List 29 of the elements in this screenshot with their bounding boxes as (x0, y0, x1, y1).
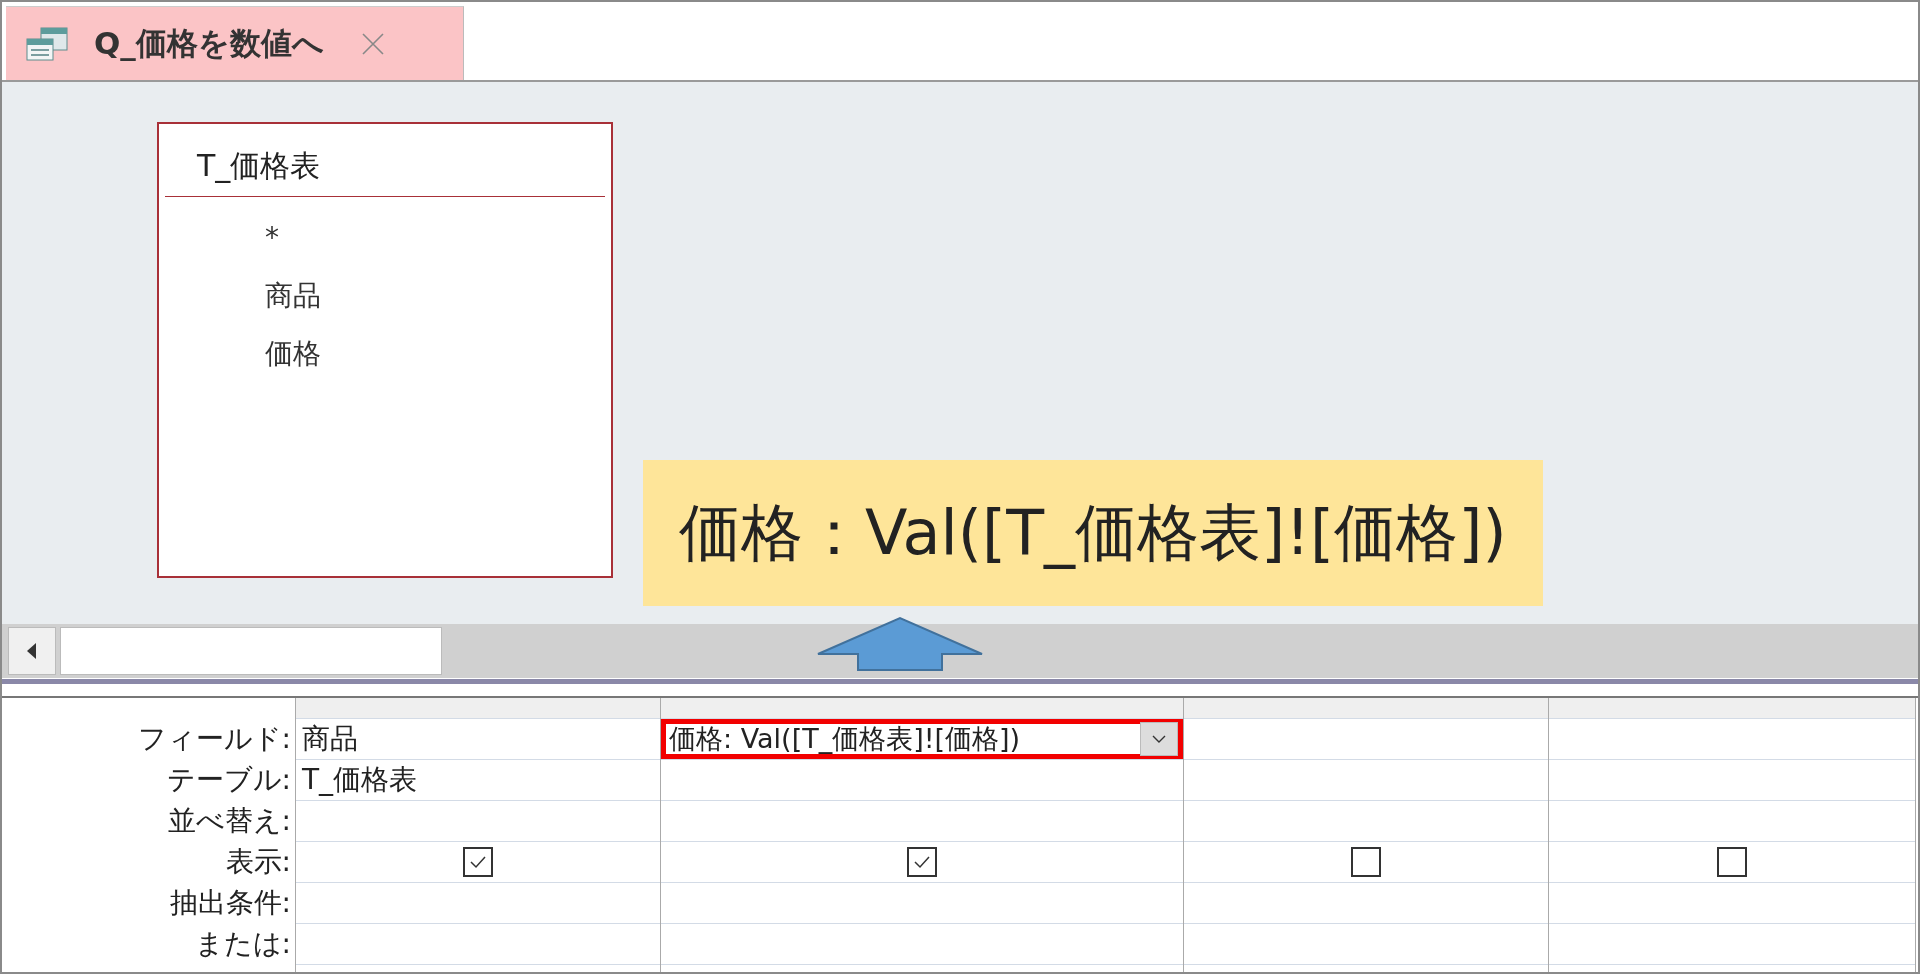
row-label: フィールド: (137, 721, 292, 757)
field-value: 商品 (301, 721, 358, 757)
field-item[interactable]: * (165, 209, 605, 267)
table-name: T_価格表 (196, 147, 322, 185)
show-checkbox[interactable] (463, 847, 493, 877)
show-checkbox[interactable] (1351, 847, 1381, 877)
field-item[interactable]: 商品 (165, 267, 605, 325)
query-tab[interactable]: Q_価格を数値へ (6, 6, 464, 80)
scrollbar-thumb[interactable] (60, 627, 442, 675)
row-label: 抽出条件: (169, 885, 292, 921)
field-item[interactable]: 価格 (165, 325, 605, 383)
check-icon (913, 855, 931, 869)
scroll-left-button[interactable] (8, 627, 56, 675)
dropdown-button[interactable] (1140, 722, 1178, 756)
query-icon (26, 26, 68, 61)
show-checkbox[interactable] (907, 847, 937, 877)
left-triangle-icon (27, 643, 37, 659)
table-value: T_価格表 (301, 762, 418, 798)
field-value: 価格: Val([T_価格表]![価格]) (668, 722, 1021, 756)
row-label: テーブル: (166, 762, 292, 798)
row-label: または: (194, 926, 292, 962)
row-label: 表示: (225, 844, 292, 880)
callout-note: 価格：Val([T_価格表]![価格]) (643, 460, 1543, 606)
caret-icon (1152, 735, 1166, 743)
row-label: 並べ替え: (167, 803, 292, 839)
close-icon[interactable] (361, 32, 384, 55)
show-checkbox[interactable] (1717, 847, 1747, 877)
check-icon (469, 855, 487, 869)
field-input[interactable]: 価格: Val([T_価格表]![価格]) (661, 719, 1183, 759)
